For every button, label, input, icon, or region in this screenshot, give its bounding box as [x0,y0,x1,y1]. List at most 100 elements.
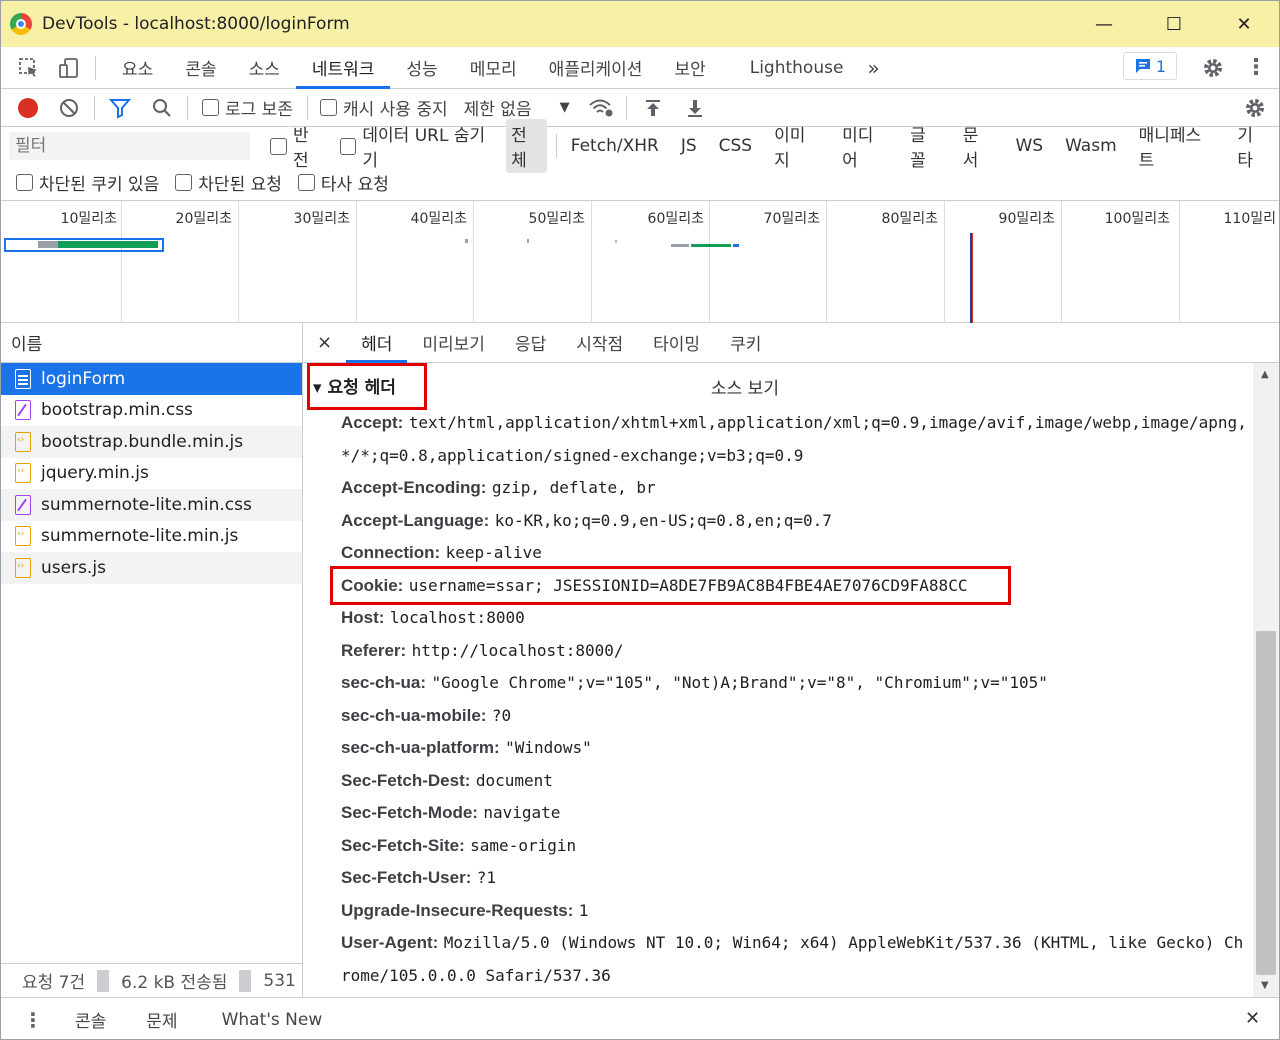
device-toolbar-icon[interactable] [57,57,81,79]
tab-preview[interactable]: 미리보기 [407,323,500,363]
tab-initiator[interactable]: 시작점 [561,323,638,363]
filter-type-fetch-xhr[interactable]: Fetch/XHR [566,134,664,158]
header-row: Sec-Fetch-User: ?1 [341,862,1251,895]
tab-memory[interactable]: 메모리 [454,47,533,89]
header-row: Sec-Fetch-Dest: document [341,765,1251,798]
disable-cache-checkbox[interactable] [319,99,337,116]
issues-button[interactable]: 1 [1123,52,1177,80]
close-window-button[interactable]: ✕ [1209,1,1279,47]
scroll-down-icon[interactable]: ▼ [1261,980,1269,991]
filter-bar: 반전 데이터 URL 숨기기 전체 Fetch/XHR JS CSS 이미지 미… [1,119,1279,173]
request-count: 요청 7건 [22,973,86,993]
header-value[interactable]: Mozilla/5.0 (Windows NT 10.0; Win64; x64… [341,933,1243,985]
header-value[interactable]: keep-alive [446,543,542,562]
import-har-upload-icon[interactable] [643,98,663,118]
scrollbar-thumb[interactable] [1256,631,1276,975]
minimize-button[interactable]: — [1069,1,1139,47]
tab-headers[interactable]: 헤더 [346,323,408,363]
tab-response[interactable]: 응답 [500,323,561,363]
hide-data-urls-checkbox[interactable] [339,137,357,155]
network-settings-gear-icon[interactable] [1243,96,1267,120]
highlight-box-request-headers [307,363,427,410]
drawer-tab-console[interactable]: 콘솔 [59,1007,122,1032]
stylesheet-file-icon [15,400,31,421]
request-row[interactable]: summernote-lite.min.css [1,489,302,521]
more-options-icon[interactable]: ⋮ [1245,55,1267,80]
clear-icon[interactable] [58,97,80,119]
header-value[interactable]: gzip, deflate, br [492,478,656,497]
filter-type-js[interactable]: JS [676,134,702,158]
request-row[interactable]: jquery.min.js [1,458,302,490]
header-value[interactable]: "Windows" [505,738,592,757]
network-conditions-icon[interactable] [588,98,614,118]
header-value[interactable]: same-origin [470,836,576,855]
overview-tick: 40밀리초 [357,201,474,323]
request-list: loginForm bootstrap.min.css bootstrap.bund… [1,363,302,584]
request-row[interactable]: loginForm [1,363,302,395]
tab-timing[interactable]: 타이밍 [638,323,715,363]
header-row: Sec-Fetch-Site: same-origin [341,830,1251,863]
request-row[interactable]: bootstrap.bundle.min.js [1,426,302,458]
overview-tick: 80밀리초 [827,201,945,323]
third-party-checkbox[interactable] [297,174,315,191]
scroll-up-icon[interactable]: ▲ [1261,369,1269,380]
throttling-chevron-down-icon[interactable]: ▼ [560,100,570,115]
filter-type-ws[interactable]: WS [1010,134,1048,158]
header-value[interactable]: localhost:8000 [390,608,525,627]
preserve-log-checkbox[interactable] [202,99,219,116]
header-value[interactable]: navigate [483,803,560,822]
settings-gear-icon[interactable] [1201,56,1225,80]
more-tabs-button[interactable]: » [859,47,887,89]
drawer-tab-whats-new[interactable]: What's New [206,1010,339,1030]
tab-security[interactable]: 보안 [658,47,721,89]
header-row: Connection: keep-alive [341,537,1251,570]
header-name: Accept: [341,413,404,432]
header-value[interactable]: 1 [579,901,589,920]
tab-cookies[interactable]: 쿠키 [715,323,776,363]
drawer-menu-icon[interactable]: ⋮ [1,1008,59,1032]
header-value[interactable]: text/html,application/xhtml+xml,applicat… [341,413,1247,465]
tab-console[interactable]: 콘솔 [169,47,232,89]
document-file-icon [15,368,31,389]
record-icon[interactable] [18,97,38,118]
tab-elements[interactable]: 요소 [106,47,169,89]
header-value[interactable]: ko-KR,ko;q=0.9,en-US;q=0.8,en;q=0.7 [495,511,832,530]
export-har-download-icon[interactable] [685,98,705,118]
search-icon[interactable] [151,97,173,119]
chrome-logo-icon [10,13,32,35]
filter-input[interactable] [9,132,251,160]
close-drawer-icon[interactable]: ✕ [1245,1008,1260,1029]
request-row[interactable]: users.js [1,552,302,584]
network-overview[interactable]: 10밀리초 20밀리초 30밀리초 40밀리초 50밀리초 60밀리초 70밀리… [1,201,1279,323]
overview-tick: 20밀리초 [122,201,239,323]
throttling-select[interactable]: 제한 없음 [464,95,532,120]
filter-icon[interactable] [109,97,131,119]
detail-scrollbar[interactable]: ▲ ▼ [1253,363,1279,997]
inspect-element-icon[interactable] [17,57,41,79]
tab-network[interactable]: 네트워크 [295,47,391,89]
maximize-button[interactable]: ☐ [1139,1,1209,47]
filter-type-wasm[interactable]: Wasm [1060,134,1122,158]
tab-performance[interactable]: 성능 [390,47,453,89]
request-row[interactable]: bootstrap.min.css [1,395,302,427]
close-detail-button[interactable]: × [303,332,346,353]
divider [555,134,557,158]
header-value[interactable]: http://localhost:8000/ [412,641,624,660]
tab-lighthouse[interactable]: Lighthouse [734,47,860,89]
header-value[interactable]: document [476,771,553,790]
invert-checkbox[interactable] [270,137,288,155]
header-value[interactable]: ?1 [477,868,496,887]
transferred-size: 6.2 kB 전송됨 [121,973,228,993]
name-column-header[interactable]: 이름 [1,323,302,363]
header-value[interactable]: ?0 [492,706,511,725]
tab-sources[interactable]: 소스 [233,47,296,89]
view-source-link[interactable]: 소스 보기 [711,374,779,399]
filter-type-css[interactable]: CSS [714,134,757,158]
header-name: Referer: [341,640,407,660]
drawer-tab-issues[interactable]: 문제 [130,1007,193,1032]
blocked-requests-checkbox[interactable] [175,174,193,191]
request-row[interactable]: summernote-lite.min.js [1,521,302,553]
tab-application[interactable]: 애플리케이션 [533,47,659,89]
blocked-cookies-checkbox[interactable] [16,174,33,191]
header-value[interactable]: "Google Chrome";v="105", "Not)A;Brand";v… [431,673,1048,692]
